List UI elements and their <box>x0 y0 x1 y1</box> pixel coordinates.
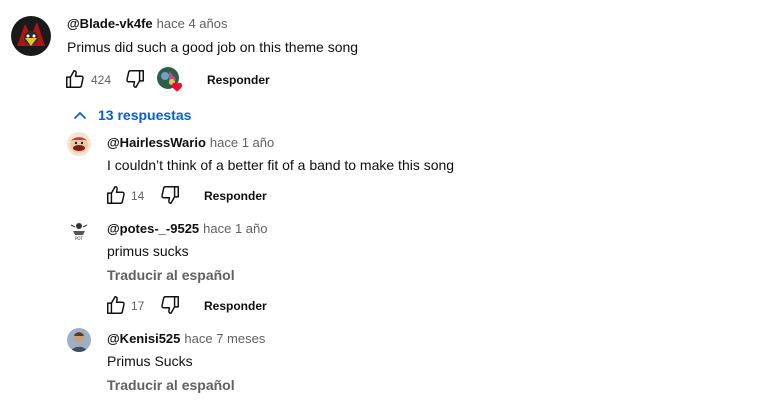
dislike-button[interactable] <box>123 67 147 91</box>
comment-author[interactable]: @potes-_-9525 <box>107 221 199 236</box>
comment-header: @potes-_-9525 hace 1 año <box>107 221 268 237</box>
comments-section: @Blade-vk4fe hace 4 años Primus did such … <box>0 0 774 402</box>
like-count: 17 <box>131 299 145 313</box>
comment-time[interactable]: hace 7 meses <box>184 331 265 346</box>
chevron-up-icon <box>74 112 86 119</box>
comment-time[interactable]: hace 4 años <box>157 16 228 31</box>
dislike-icon <box>161 186 179 204</box>
comment-text: primus sucks <box>107 243 189 259</box>
svg-text:POT: POT <box>75 236 84 241</box>
creator-heart-badge[interactable] <box>157 67 183 93</box>
comment-header: @Kenisi525 hace 7 meses <box>107 331 265 347</box>
comment-author[interactable]: @Blade-vk4fe <box>67 16 153 31</box>
comment-header: @HairlessWario hace 1 año <box>107 135 274 151</box>
avatar[interactable] <box>67 132 91 156</box>
reply-button[interactable]: Responder <box>204 298 267 314</box>
like-icon <box>66 70 84 88</box>
comment-header: @Blade-vk4fe hace 4 años <box>67 16 228 32</box>
comment-text: I couldn’t think of a better fit of a ba… <box>107 157 455 173</box>
like-icon <box>107 296 125 314</box>
like-icon <box>107 186 125 204</box>
avatar[interactable] <box>11 16 51 56</box>
comment-text: Primus Sucks <box>107 353 193 369</box>
translate-link[interactable]: Traducir al español <box>107 376 235 394</box>
dislike-icon <box>161 296 179 314</box>
replies-toggle[interactable]: 13 respuestas <box>72 107 191 123</box>
avatar[interactable] <box>67 328 91 352</box>
creator-heart-icon <box>172 82 182 92</box>
like-button[interactable] <box>63 67 87 91</box>
reply-button[interactable]: Responder <box>207 72 270 88</box>
dislike-icon <box>126 70 144 88</box>
avatar[interactable]: POT <box>67 218 91 242</box>
like-button[interactable] <box>104 183 128 207</box>
dislike-button[interactable] <box>158 183 182 207</box>
reply-button[interactable]: Responder <box>204 188 267 204</box>
like-count: 424 <box>91 73 112 87</box>
comment-author[interactable]: @HairlessWario <box>107 135 206 150</box>
like-count: 14 <box>131 189 145 203</box>
replies-count-label: 13 respuestas <box>98 107 192 123</box>
translate-link[interactable]: Traducir al español <box>107 266 235 284</box>
comment-time[interactable]: hace 1 año <box>210 135 274 150</box>
like-button[interactable] <box>104 293 128 317</box>
comment-time[interactable]: hace 1 año <box>203 221 267 236</box>
dislike-button[interactable] <box>158 293 182 317</box>
comment-text: Primus did such a good job on this theme… <box>67 39 359 55</box>
comment-author[interactable]: @Kenisi525 <box>107 331 180 346</box>
